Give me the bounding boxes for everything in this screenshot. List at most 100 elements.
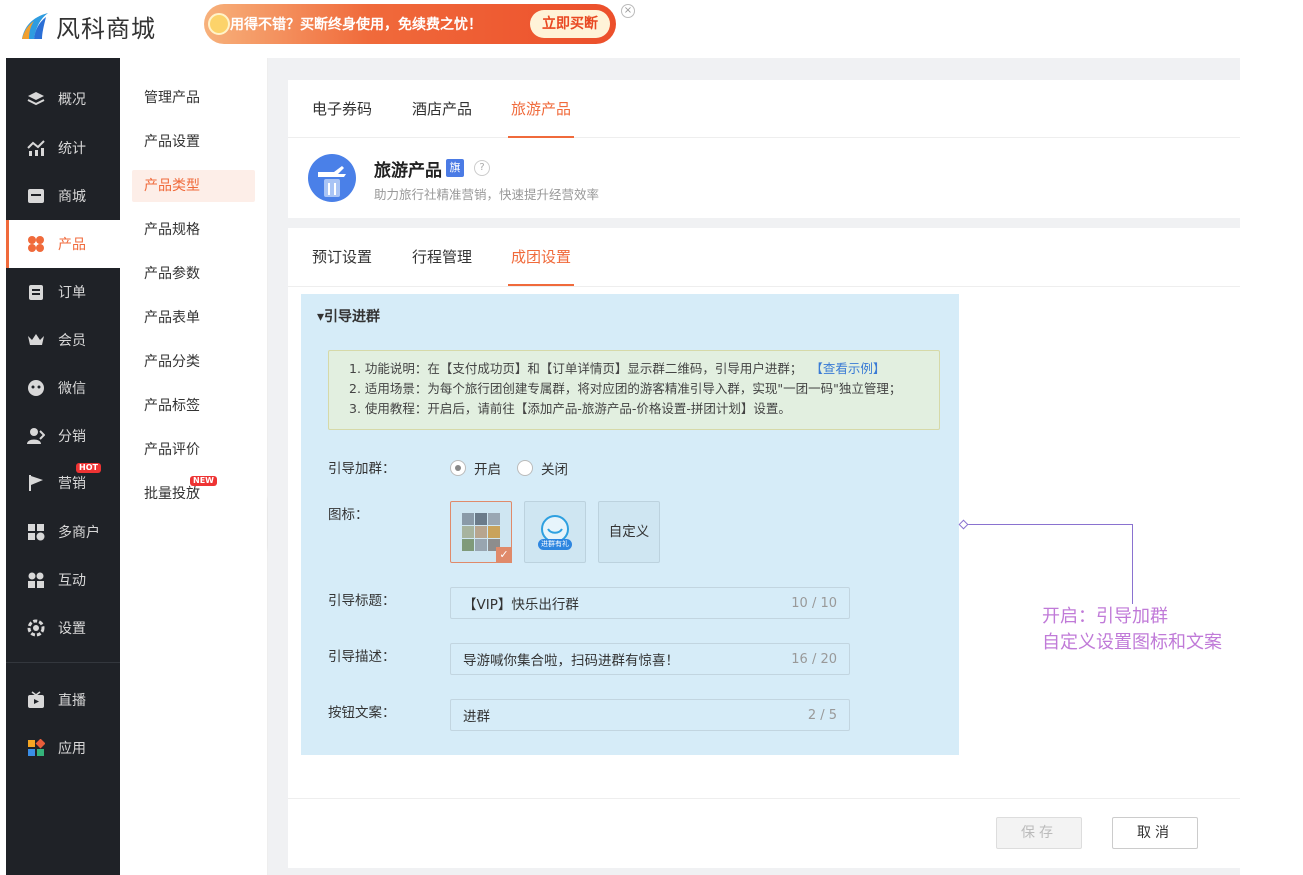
join-group-label: 引导加群：	[328, 461, 396, 477]
sidebar-item-members[interactable]: 会员	[6, 316, 120, 364]
guide-title-value: 【VIP】快乐出行群	[463, 597, 579, 613]
guide-title-input[interactable]: 【VIP】快乐出行群 10 / 10	[450, 587, 850, 619]
sidebar-item-label: 商城	[58, 189, 86, 205]
sidebar-item-overview[interactable]: 概况	[6, 75, 120, 123]
footer-bar: 保存 取消	[288, 798, 1240, 868]
sidebar-item-label: 产品	[58, 237, 86, 253]
radio-off-dot[interactable]	[517, 460, 533, 476]
promo-banner[interactable]: 用得不错？买断终身使用，免续费之忧！ 立即买断	[204, 4, 616, 44]
clover-icon	[26, 234, 46, 254]
apps-icon	[26, 738, 46, 758]
guide-join-group-section: ▾引导进群 1. 功能说明：在【支付成功页】和【订单详情页】显示群二维码，引导用…	[301, 294, 959, 755]
view-example-link[interactable]: 【查看示例】	[810, 361, 885, 376]
sidebar-item-store[interactable]: 商城	[6, 172, 120, 220]
sidebar-item-wechat[interactable]: 微信	[6, 364, 120, 412]
subnav-item-product-categories[interactable]: 产品分类	[132, 346, 255, 378]
subnav-item-product-specs[interactable]: 产品规格	[132, 214, 255, 246]
icon-option-custom[interactable]: 自定义	[598, 501, 660, 563]
coin-icon	[208, 13, 230, 35]
store-icon	[26, 186, 46, 206]
flag-icon	[26, 473, 46, 493]
grid-icon	[26, 570, 46, 590]
product-type-tabs: 电子券码 酒店产品 旅游产品	[288, 80, 1240, 138]
button-text-input[interactable]: 进群 2 / 5	[450, 699, 850, 731]
notice-line-3: 3. 使用教程：开启后，请前往【添加产品-旅游产品-价格设置-拼团计划】设置。	[349, 401, 791, 416]
sidebar-item-distribution[interactable]: 分销	[6, 412, 120, 460]
check-icon: ✓	[496, 547, 512, 563]
guide-desc-value: 导游喊你集合啦，扫码进群有惊喜！	[463, 653, 679, 669]
join-gift-chat-icon	[538, 515, 572, 550]
cancel-button[interactable]: 取消	[1112, 817, 1198, 849]
radio-on-label: 开启	[474, 462, 501, 478]
product-title: 旅游产品	[374, 161, 442, 181]
sidebar-item-apps[interactable]: 应用	[6, 724, 120, 772]
guide-title-count: 10 / 10	[791, 595, 837, 611]
shop-plus-icon	[26, 522, 46, 542]
radio-on[interactable]: 开启	[450, 458, 501, 478]
join-gift-caption: 进群有礼	[541, 540, 569, 548]
sidebar-item-marketing[interactable]: 营销 HOT	[6, 459, 120, 507]
sidebar-item-multi-merchant[interactable]: 多商户	[6, 508, 120, 556]
crown-icon	[26, 330, 46, 350]
radio-on-dot[interactable]	[450, 460, 466, 476]
guide-desc-input[interactable]: 导游喊你集合啦，扫码进群有惊喜！ 16 / 20	[450, 643, 850, 675]
icon-option-join-gift[interactable]: 进群有礼	[524, 501, 586, 563]
tab-travel-product[interactable]: 旅游产品	[508, 80, 575, 138]
sidebar-item-label: 概况	[58, 92, 86, 108]
radio-off-label: 关闭	[541, 462, 568, 478]
tab-hotel-product[interactable]: 酒店产品	[412, 80, 472, 138]
callout-line-2: 自定义设置图标和文案	[1042, 632, 1222, 653]
buyout-button[interactable]: 立即买断	[530, 10, 610, 38]
product-type-card: 电子券码 酒店产品 旅游产品 旅游产品 旗 ? 助力旅行社精准营销，快速提升经营…	[288, 80, 1240, 218]
subnav-item-product-reviews[interactable]: 产品评价	[132, 434, 255, 466]
callout-connector	[963, 524, 1133, 604]
tab-e-coupon[interactable]: 电子券码	[312, 80, 372, 138]
flagship-badge: 旗	[446, 159, 464, 177]
sidebar: 概况 统计 商城 产品 订单 会员 微信 分销 营销 HOT 多商户 互动 设置…	[6, 58, 120, 875]
sidebar-item-stats[interactable]: 统计	[6, 124, 120, 172]
logo[interactable]: 风科商城	[18, 8, 156, 44]
guide-desc-label: 引导描述：	[328, 649, 396, 665]
button-text-count: 2 / 5	[807, 707, 837, 723]
sidebar-item-orders[interactable]: 订单	[6, 268, 120, 316]
notice-line-1: 1. 功能说明：在【支付成功页】和【订单详情页】显示群二维码，引导用户进群；	[349, 361, 803, 376]
setting-tabs: 预订设置 行程管理 成团设置	[288, 228, 1240, 287]
callout-line-1: 开启：引导加群	[1042, 606, 1168, 627]
tab-booking-settings[interactable]: 预订设置	[312, 228, 372, 286]
subnav-item-product-tags[interactable]: 产品标签	[132, 390, 255, 422]
tab-itinerary-management[interactable]: 行程管理	[412, 228, 472, 286]
button-text-value: 进群	[463, 709, 490, 725]
logo-mark-icon	[18, 9, 52, 43]
subnav-item-product-settings[interactable]: 产品设置	[132, 126, 255, 158]
subnav-item-product-types[interactable]: 产品类型	[132, 170, 255, 202]
tv-icon	[26, 690, 46, 710]
sidebar-item-settings[interactable]: 设置	[6, 604, 120, 652]
sidebar-item-label: 互动	[58, 573, 86, 589]
sidebar-item-product[interactable]: 产品	[6, 220, 120, 268]
tab-group-settings[interactable]: 成团设置	[508, 228, 575, 286]
section-title[interactable]: ▾引导进群	[317, 306, 380, 326]
custom-label: 自定义	[608, 524, 650, 540]
clipboard-icon	[26, 282, 46, 302]
subnav-item-product-params[interactable]: 产品参数	[132, 258, 255, 290]
sidebar-item-interaction[interactable]: 互动	[6, 556, 120, 604]
help-icon[interactable]: ?	[474, 160, 490, 176]
save-button[interactable]: 保存	[996, 817, 1082, 849]
sidebar-item-label: 应用	[58, 741, 86, 757]
travel-luggage-icon	[308, 154, 356, 202]
subnav-item-product-forms[interactable]: 产品表单	[132, 302, 255, 334]
radio-off[interactable]: 关闭	[517, 458, 568, 478]
gear-icon	[26, 618, 46, 638]
subnav-item-manage-products[interactable]: 管理产品	[132, 82, 255, 114]
icon-label: 图标：	[328, 507, 369, 523]
sidebar-item-label: 订单	[58, 285, 86, 301]
new-badge: NEW	[190, 476, 217, 486]
sidebar-item-live[interactable]: 直播	[6, 676, 120, 724]
sidebar-item-label: 会员	[58, 333, 86, 349]
banner-text: 用得不错？买断终身使用，免续费之忧！	[230, 17, 482, 33]
sidebar-item-label: 统计	[58, 141, 86, 157]
close-icon[interactable]: ×	[621, 4, 635, 18]
icon-option-photos[interactable]: ✓	[450, 501, 512, 563]
callout-annotation: 开启：引导加群 自定义设置图标和文案	[1042, 604, 1222, 656]
sidebar-item-label: 分销	[58, 429, 86, 445]
